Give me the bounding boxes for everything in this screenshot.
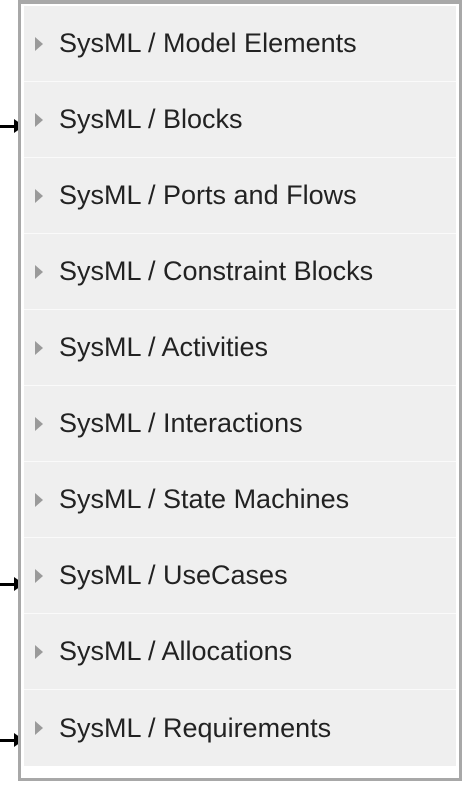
tree-item-activities[interactable]: SysML / Activities [24,310,456,386]
collapsed-triangle-icon[interactable] [35,36,43,51]
tree-item-label: SysML / Blocks [59,104,243,134]
tree-item-label: SysML / Constraint Blocks [59,256,374,286]
tree-item-label: SysML / UseCases [59,560,288,590]
tree-item-label: SysML / Activities [59,332,269,362]
collapsed-triangle-icon[interactable] [35,644,43,659]
sysml-tree-panel: SysML / Model Elements SysML / Blocks Sy… [18,0,462,781]
tree-item-allocations[interactable]: SysML / Allocations [24,614,456,690]
collapsed-triangle-icon[interactable] [35,340,43,355]
collapsed-triangle-icon[interactable] [35,112,43,127]
tree-item-interactions[interactable]: SysML / Interactions [24,386,456,462]
tree-item-ports-and-flows[interactable]: SysML / Ports and Flows [24,158,456,234]
tree-item-model-elements[interactable]: SysML / Model Elements [24,6,456,82]
collapsed-triangle-icon[interactable] [35,568,43,583]
tree-item-label: SysML / Model Elements [59,28,357,58]
tree-item-label: SysML / State Machines [59,484,350,514]
collapsed-triangle-icon[interactable] [35,416,43,431]
tree-item-label: SysML / Allocations [59,636,293,666]
tree-item-blocks[interactable]: SysML / Blocks [24,82,456,158]
tree-item-usecases[interactable]: SysML / UseCases [24,538,456,614]
tree-item-label: SysML / Ports and Flows [59,180,357,210]
tree-item-state-machines[interactable]: SysML / State Machines [24,462,456,538]
tree-item-requirements[interactable]: SysML / Requirements [24,690,456,766]
collapsed-triangle-icon[interactable] [35,188,43,203]
collapsed-triangle-icon[interactable] [35,492,43,507]
collapsed-triangle-icon[interactable] [35,264,43,279]
collapsed-triangle-icon[interactable] [35,721,43,735]
tree-item-constraint-blocks[interactable]: SysML / Constraint Blocks [24,234,456,310]
tree-item-label: SysML / Requirements [59,712,332,743]
tree-item-label: SysML / Interactions [59,408,303,438]
sysml-tree-list: SysML / Model Elements SysML / Blocks Sy… [24,6,456,766]
